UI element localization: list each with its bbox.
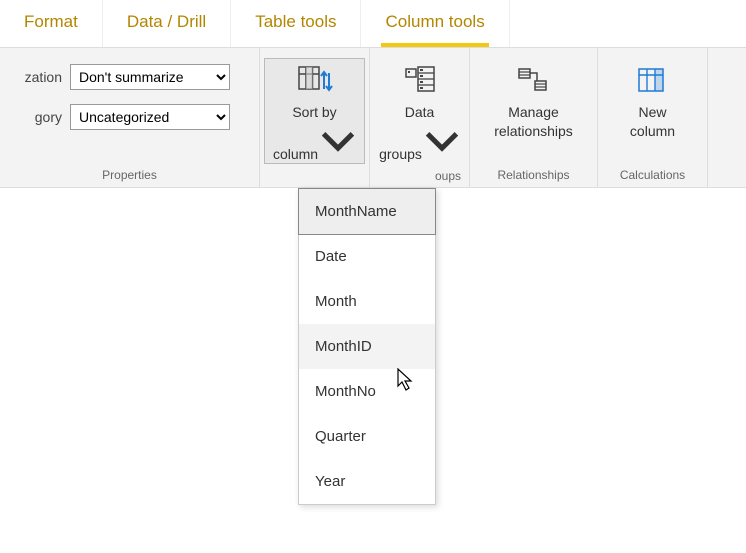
data-groups-button[interactable]: Data groups bbox=[370, 58, 469, 164]
sort-by-column-button[interactable]: Sort by column bbox=[264, 58, 365, 164]
dropdown-item-month[interactable]: Month bbox=[299, 279, 435, 324]
tab-format[interactable]: Format bbox=[0, 0, 103, 47]
dropdown-item-monthid[interactable]: MonthID bbox=[299, 324, 435, 369]
tab-data-drill[interactable]: Data / Drill bbox=[103, 0, 231, 47]
group-label-properties: Properties bbox=[0, 165, 259, 187]
group-calculations: New column Calculations bbox=[598, 48, 708, 187]
relationships-icon bbox=[515, 63, 551, 102]
data-groups-icon bbox=[402, 63, 438, 102]
group-label-relationships: Relationships bbox=[470, 165, 597, 187]
summarization-label: zation bbox=[12, 69, 62, 85]
dropdown-item-quarter[interactable]: Quarter bbox=[299, 414, 435, 459]
group-sort: Sort by column Sort bbox=[260, 48, 370, 187]
manage-relationships-button[interactable]: Manage relationships bbox=[485, 58, 582, 141]
dropdown-item-year[interactable]: Year bbox=[299, 459, 435, 504]
tab-column-tools[interactable]: Column tools bbox=[361, 0, 509, 47]
group-properties: zation Don't summarize gory Uncategorize… bbox=[0, 48, 260, 187]
sort-line2: column bbox=[273, 123, 356, 163]
tab-table-tools[interactable]: Table tools bbox=[231, 0, 361, 47]
new-column-button[interactable]: New column bbox=[621, 58, 684, 141]
group-label-calculations: Calculations bbox=[598, 165, 707, 187]
dropdown-item-monthno[interactable]: MonthNo bbox=[299, 369, 435, 414]
newcol-line1: New bbox=[638, 104, 666, 121]
groups-line1: Data bbox=[405, 104, 435, 121]
newcol-line2: column bbox=[630, 123, 675, 140]
relationships-line1: Manage bbox=[508, 104, 559, 121]
ribbon-tabs: Format Data / Drill Table tools Column t… bbox=[0, 0, 746, 48]
sort-by-column-dropdown: MonthName Date Month MonthID MonthNo Qua… bbox=[298, 188, 436, 505]
dropdown-item-monthname[interactable]: MonthName bbox=[298, 188, 436, 235]
sort-line1: Sort by bbox=[292, 104, 336, 121]
sort-icon bbox=[297, 63, 333, 102]
category-select[interactable]: Uncategorized bbox=[70, 104, 230, 130]
category-label: gory bbox=[12, 109, 62, 125]
chevron-down-icon bbox=[320, 123, 356, 163]
summarization-select[interactable]: Don't summarize bbox=[70, 64, 230, 90]
new-column-icon bbox=[634, 63, 670, 102]
dropdown-item-date[interactable]: Date bbox=[299, 234, 435, 279]
ribbon: zation Don't summarize gory Uncategorize… bbox=[0, 48, 746, 188]
group-label-groups-partial: oups bbox=[435, 169, 461, 183]
chevron-down-icon bbox=[424, 123, 460, 163]
groups-line2: groups bbox=[379, 123, 460, 163]
group-relationships: Manage relationships Relationships bbox=[470, 48, 598, 187]
relationships-line2: relationships bbox=[494, 123, 573, 140]
group-data-groups: Data groups oups bbox=[370, 48, 470, 187]
